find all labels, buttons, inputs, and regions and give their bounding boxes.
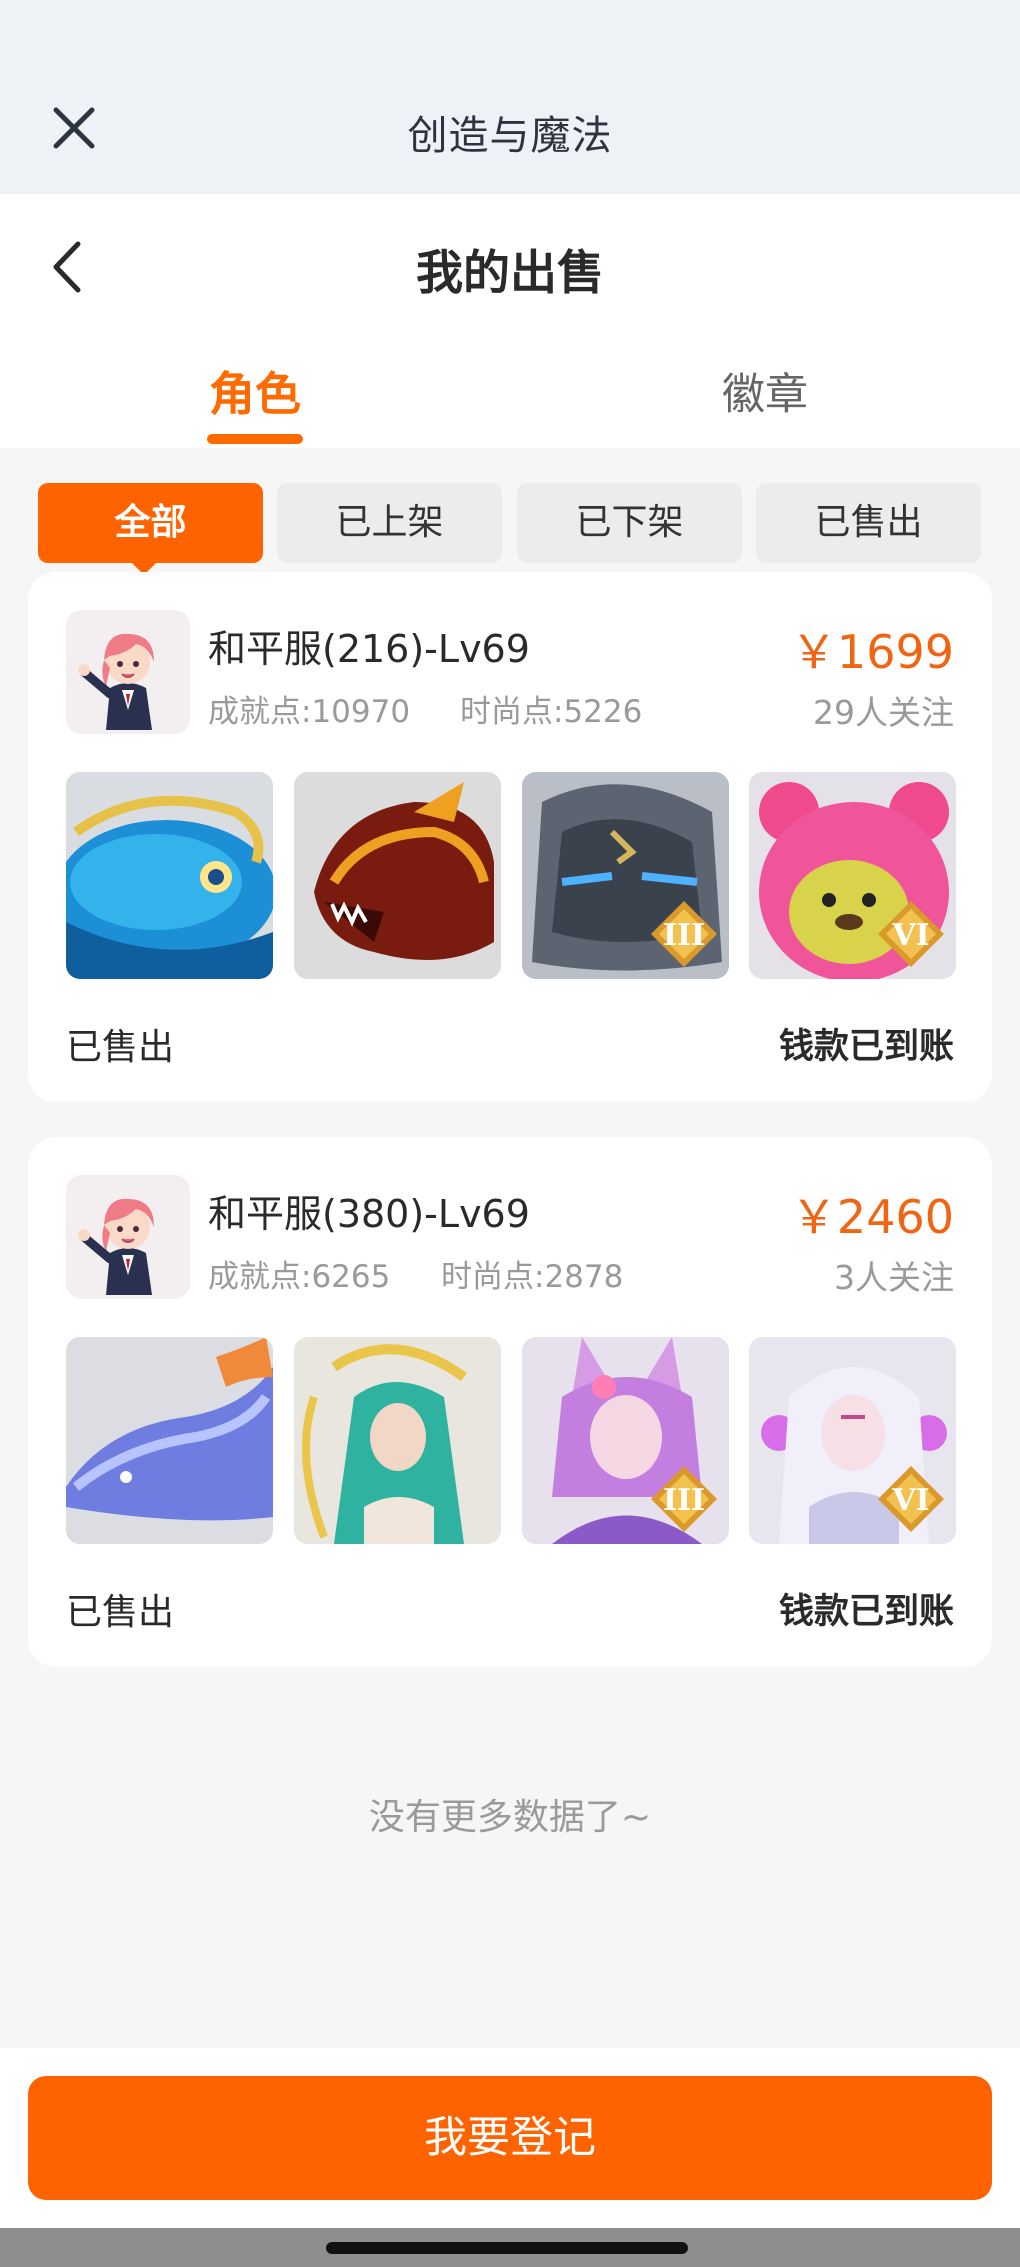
item-thumbnails: III VI (66, 772, 956, 980)
character-avatar-icon (66, 610, 190, 734)
payment-status: 钱款已到账 (778, 1592, 954, 1632)
system-home-bar (0, 2228, 1020, 2267)
bottom-action-area: 我要登记 (0, 2048, 1020, 2228)
grade-vi-badge-icon: VI (878, 1466, 944, 1532)
listing-price: ￥1699 (790, 625, 954, 679)
grade-vi-badge-icon: VI (878, 901, 944, 967)
fire-dragon-mount-icon[interactable] (294, 772, 501, 979)
fashion-points: 时尚点:5226 (460, 694, 643, 730)
green-hair-spirit-icon[interactable] (294, 1337, 501, 1544)
grade-iii-badge-icon: III (651, 901, 717, 967)
white-hair-spirit-icon[interactable]: VI (749, 1337, 956, 1544)
character-avatar (66, 1175, 190, 1299)
register-button[interactable]: 我要登记 (28, 2076, 992, 2200)
svg-text:III: III (663, 918, 705, 953)
grade-iii-badge-icon: III (651, 1466, 717, 1532)
stone-golem-mount-icon[interactable]: III (522, 772, 729, 979)
listing-card[interactable]: 和平服(216)-Lv69 成就点:10970 时尚点:5226 ￥1699 2… (28, 572, 992, 1102)
listing-price: ￥2460 (790, 1190, 954, 1244)
follower-count: 3人关注 (834, 1258, 954, 1297)
achievement-points: 成就点:6265 (208, 1259, 391, 1295)
filter-listed[interactable]: 已上架 (277, 483, 502, 563)
home-indicator[interactable] (326, 2242, 688, 2254)
svg-text:VI: VI (891, 1483, 929, 1518)
filter-all[interactable]: 全部 (38, 483, 263, 575)
tab-active-indicator (207, 434, 303, 444)
listing-card[interactable]: 和平服(380)-Lv69 成就点:6265 时尚点:2878 ￥2460 3人… (28, 1137, 992, 1667)
fox-spirit-icon[interactable]: III (522, 1337, 729, 1544)
character-avatar (66, 610, 190, 734)
app-title: 创造与魔法 (407, 113, 613, 159)
ice-dragon-mount-icon[interactable] (66, 1337, 273, 1544)
item-thumbnails: III VI (66, 1337, 956, 1545)
pink-bear-pet-icon[interactable]: VI (749, 772, 956, 979)
listing-name: 和平服(216)-Lv69 (208, 627, 530, 671)
end-of-list-text: 没有更多数据了~ (368, 1797, 652, 1838)
mini-program-topbar: 创造与魔法 (0, 0, 1020, 194)
tab-role[interactable]: 角色 (150, 358, 360, 424)
filter-sold[interactable]: 已售出 (756, 483, 981, 563)
payment-status: 钱款已到账 (778, 1027, 954, 1067)
achievement-points: 成就点:10970 (208, 694, 411, 730)
tab-badge[interactable]: 徽章 (660, 360, 870, 422)
sale-status: 已售出 (66, 1592, 175, 1633)
status-filter-bar: 全部 已上架 已下架 已售出 (38, 483, 982, 575)
sale-status: 已售出 (66, 1027, 175, 1068)
page-header: 我的出售 角色 徽章 (0, 194, 1020, 448)
svg-text:III: III (663, 1483, 705, 1518)
page-title: 我的出售 (416, 246, 604, 301)
filter-delisted[interactable]: 已下架 (517, 483, 742, 563)
character-avatar-icon (66, 1175, 190, 1299)
follower-count: 29人关注 (813, 693, 954, 732)
svg-text:VI: VI (891, 918, 929, 953)
fashion-points: 时尚点:2878 (441, 1259, 624, 1295)
blue-whale-mount-icon[interactable] (66, 772, 273, 979)
listing-name: 和平服(380)-Lv69 (208, 1192, 530, 1236)
